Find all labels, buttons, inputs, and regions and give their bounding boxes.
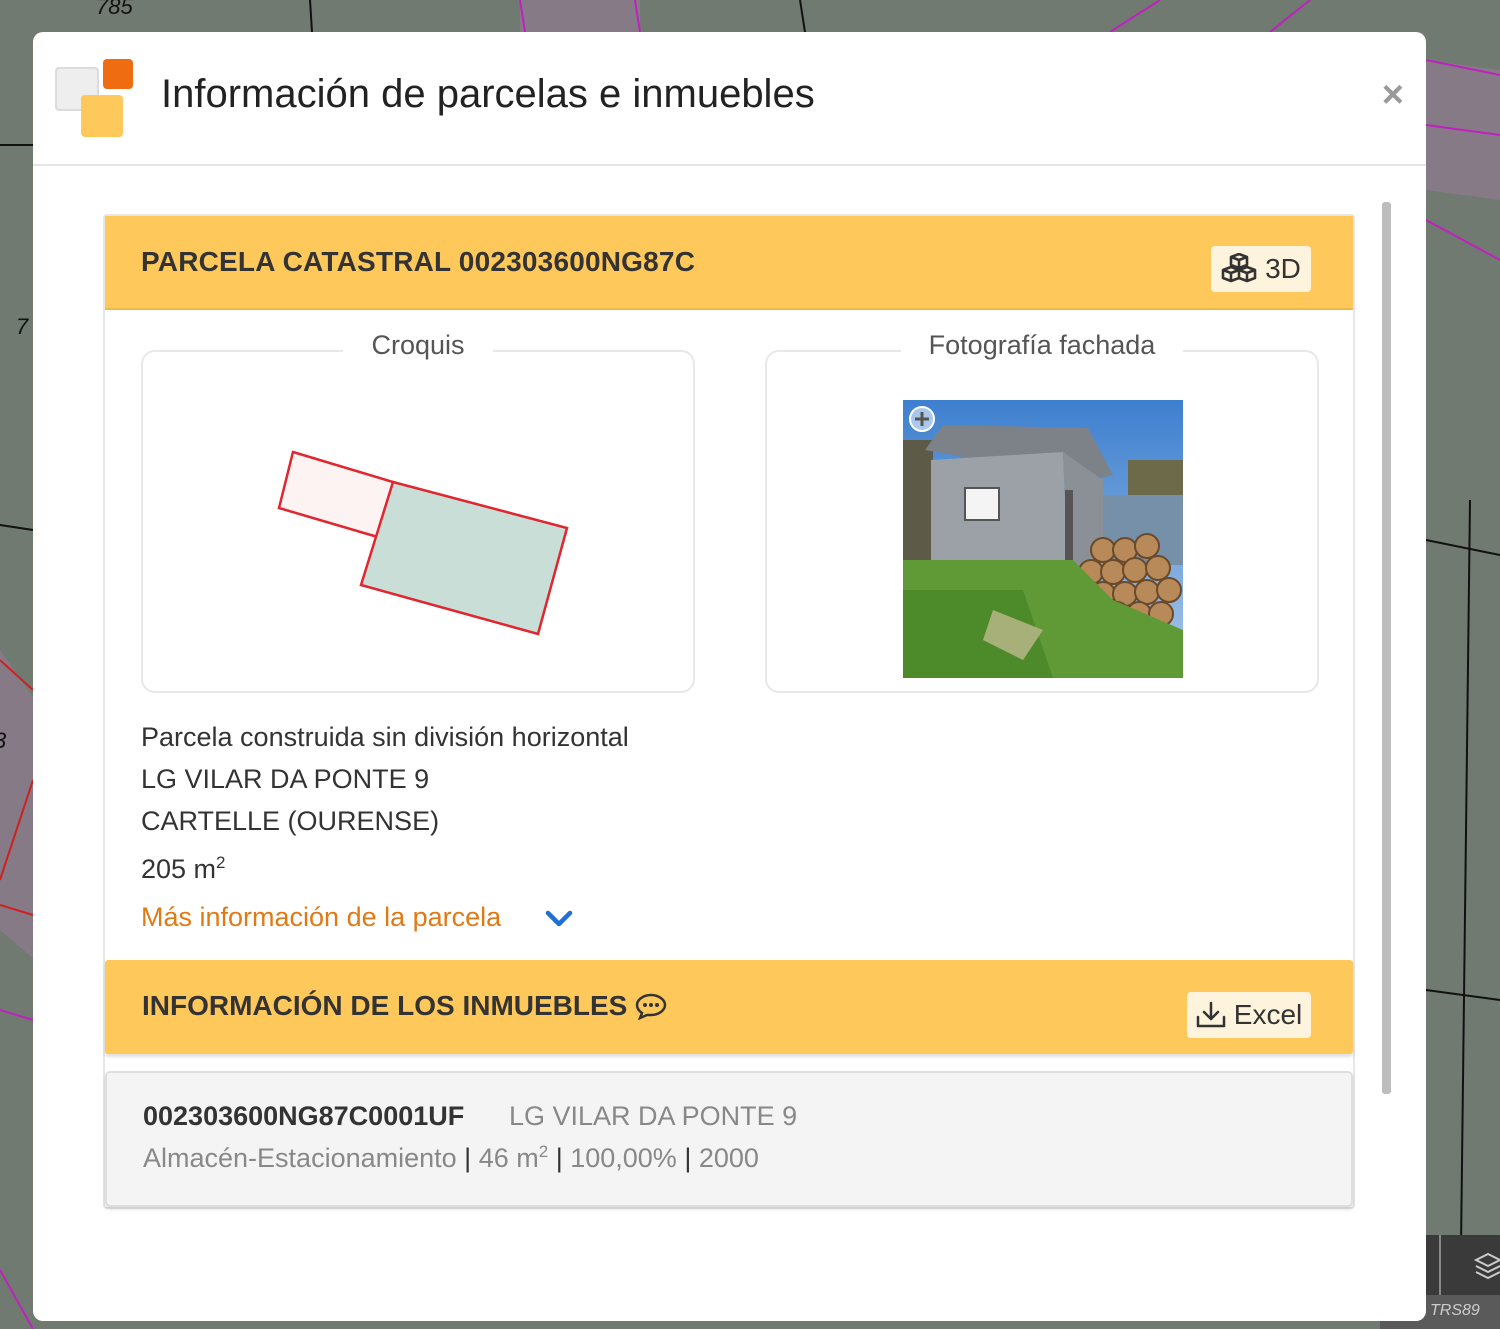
view-3d-label: 3D <box>1265 253 1301 284</box>
facade-photo[interactable] <box>903 400 1183 678</box>
inmueble-address: LG VILAR DA PONTE 9 <box>509 1101 798 1131</box>
cubes-icon <box>1221 253 1257 283</box>
parcel-address: LG VILAR DA PONTE 9 <box>141 764 430 794</box>
parcel-area: 205 m2 <box>141 853 226 884</box>
facade-photo-box: Fotografía fachada <box>765 330 1319 693</box>
inmueble-row[interactable]: 002303600NG87C0001UF LG VILAR DA PONTE 9… <box>105 1071 1353 1207</box>
parcel-heading: PARCELA CATASTRAL 002303600NG87C 3D <box>105 216 1353 310</box>
parcel-municipality: CARTELLE (OURENSE) <box>141 806 440 836</box>
croquis-label: Croquis <box>343 330 493 360</box>
inmueble-year: 2000 <box>698 1143 759 1173</box>
map-label-3: 3 <box>0 728 6 754</box>
more-parcel-info-link[interactable]: Más información de la parcela <box>141 902 501 933</box>
inmuebles-heading-title: INFORMACIÓN DE LOS INMUEBLES <box>142 990 628 1021</box>
croquis-box: Croquis <box>141 330 695 693</box>
inmueble-ref: 002303600NG87C0001UF <box>143 1101 465 1131</box>
map-label-1: 785 <box>96 0 133 19</box>
excel-label: Excel <box>1233 999 1303 1030</box>
chevron-down-icon[interactable] <box>545 910 573 928</box>
map-crs-label: TRS89 <box>1430 1302 1480 1319</box>
zoom-in-icon[interactable] <box>907 404 937 434</box>
facade-photo-label: Fotografía fachada <box>900 330 1184 360</box>
inmueble-use: Almacén-Estacionamiento <box>143 1143 457 1173</box>
modal-title: Información de parcelas e inmuebles <box>161 72 815 116</box>
map-label-2: 7 <box>16 314 29 339</box>
parcel-details: Parcela construida sin división horizont… <box>141 716 629 890</box>
parcel-type: Parcela construida sin división horizont… <box>141 722 629 752</box>
view-3d-button[interactable]: 3D <box>1211 246 1311 292</box>
parcel-panel: PARCELA CATASTRAL 002303600NG87C 3D Croq… <box>103 214 1355 1209</box>
parcel-sketch[interactable] <box>273 444 573 644</box>
inmueble-share: 100,00% <box>570 1143 677 1173</box>
excel-download-button[interactable]: Excel <box>1187 992 1311 1038</box>
inmuebles-heading: INFORMACIÓN DE LOS INMUEBLES Excel <box>105 960 1353 1054</box>
parcel-info-modal: Información de parcelas e inmuebles × PA… <box>33 32 1426 1321</box>
parcel-heading-title: PARCELA CATASTRAL 002303600NG87C <box>141 246 696 277</box>
comment-icon[interactable] <box>635 992 667 1020</box>
catastro-logo-icon <box>55 59 133 137</box>
download-icon <box>1196 1001 1226 1028</box>
modal-scrollbar[interactable] <box>1382 202 1391 1094</box>
modal-header: Información de parcelas e inmuebles × <box>33 32 1426 166</box>
inmueble-details: Almacén-Estacionamiento | 46 m2 | 100,00… <box>143 1142 759 1173</box>
close-button[interactable]: × <box>1382 76 1404 114</box>
inmueble-area: 46 m2 <box>478 1142 549 1173</box>
